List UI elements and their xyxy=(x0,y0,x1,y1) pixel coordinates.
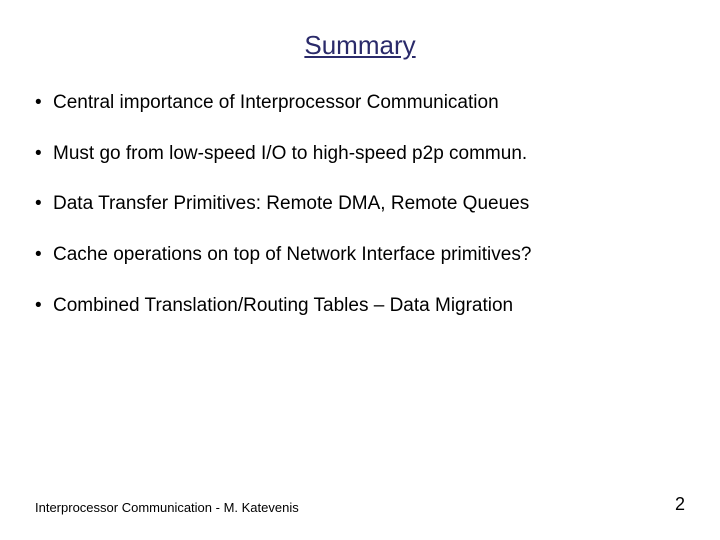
list-item: Cache operations on top of Network Inter… xyxy=(35,243,685,268)
footer: Interprocessor Communication - M. Kateve… xyxy=(35,494,685,515)
slide-container: Summary Central importance of Interproce… xyxy=(0,0,720,540)
page-number: 2 xyxy=(675,494,685,515)
bullet-list: Central importance of Interprocessor Com… xyxy=(35,91,685,494)
list-item: Must go from low-speed I/O to high-speed… xyxy=(35,142,685,167)
list-item: Central importance of Interprocessor Com… xyxy=(35,91,685,116)
list-item: Combined Translation/Routing Tables – Da… xyxy=(35,294,685,319)
page-title: Summary xyxy=(35,30,685,61)
list-item: Data Transfer Primitives: Remote DMA, Re… xyxy=(35,192,685,217)
footer-text: Interprocessor Communication - M. Kateve… xyxy=(35,500,299,515)
